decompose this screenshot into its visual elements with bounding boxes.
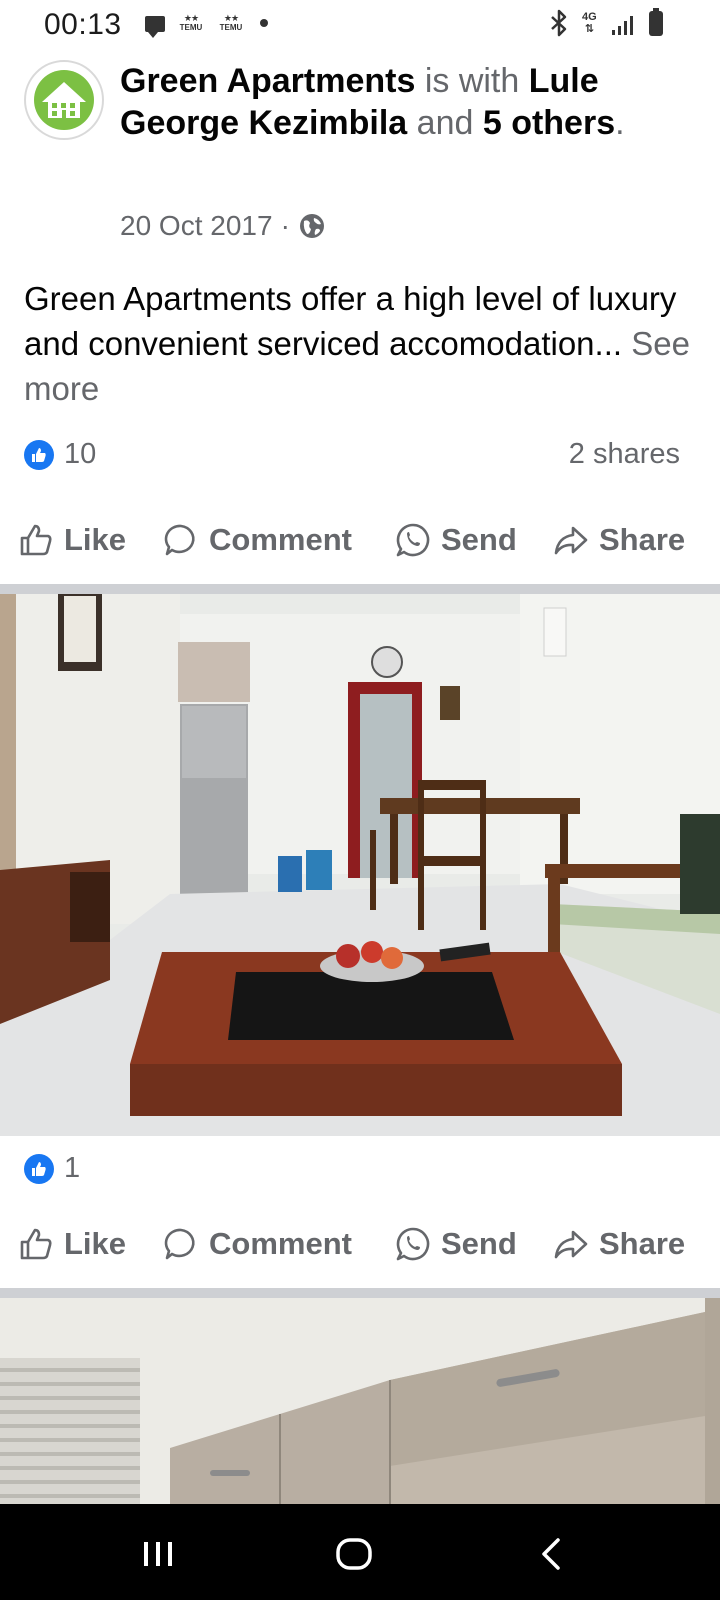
reaction-count[interactable]: 10 xyxy=(64,438,96,471)
system-nav-bar xyxy=(0,1504,720,1600)
green-apartments-logo-icon xyxy=(34,70,94,130)
thumbs-up-icon xyxy=(20,1228,52,1260)
photo-reactions-row: 1 xyxy=(0,1148,720,1188)
home-icon[interactable] xyxy=(334,1534,374,1574)
like-reaction-icon[interactable] xyxy=(24,440,54,470)
post-photo-living-room[interactable] xyxy=(0,594,720,1136)
bluetooth-icon xyxy=(551,9,567,37)
thumbs-up-icon xyxy=(20,524,52,556)
share-button[interactable]: Share xyxy=(553,518,685,562)
comment-button[interactable]: Comment xyxy=(163,1222,352,1266)
shares-count[interactable]: 2 shares xyxy=(569,438,680,471)
like-reaction-icon[interactable] xyxy=(24,1154,54,1184)
meta-separator: · xyxy=(280,210,290,241)
share-icon xyxy=(554,526,588,555)
post-photo-kitchen[interactable] xyxy=(0,1298,720,1504)
photo-action-bar: Like Comment Send Share xyxy=(0,1212,720,1276)
page-name-link[interactable]: Green Apartments xyxy=(120,62,415,100)
battery-icon xyxy=(649,8,663,36)
more-notifications-dot xyxy=(260,19,268,27)
whatsapp-icon xyxy=(396,523,430,557)
post-divider xyxy=(0,1288,720,1298)
reactions-row: 10 2 shares xyxy=(0,436,720,476)
network-type-label: 4G ⇅ xyxy=(582,11,597,35)
post-date[interactable]: 20 Oct 2017 xyxy=(120,210,273,242)
comment-button[interactable]: Comment xyxy=(163,518,352,562)
comment-icon xyxy=(164,1228,195,1260)
temu-icon: ★★ TEMU xyxy=(179,13,203,32)
and-text: and xyxy=(416,104,474,142)
others-link[interactable]: 5 others xyxy=(483,104,615,142)
page-avatar[interactable] xyxy=(24,60,104,140)
status-bar: 00:13 ★★ TEMU ★★ TEMU 4G ⇅ xyxy=(0,0,720,48)
temu-icon: ★★ TEMU xyxy=(219,13,243,32)
photo-reaction-count[interactable]: 1 xyxy=(64,1152,80,1185)
comment-icon xyxy=(164,524,195,556)
post-header: Green Apartments is with Lule George Kez… xyxy=(0,50,720,250)
post-divider xyxy=(0,584,720,594)
message-icon xyxy=(145,16,165,38)
back-icon[interactable] xyxy=(532,1534,572,1574)
like-button[interactable]: Like xyxy=(18,1222,126,1266)
share-button[interactable]: Share xyxy=(553,1222,685,1266)
signal-icon xyxy=(612,16,633,35)
post-body-text: Green Apartments offer a high level of l… xyxy=(24,280,690,407)
post-author-line: Green Apartments is with Lule George Kez… xyxy=(120,62,625,142)
status-time: 00:13 xyxy=(44,8,122,41)
whatsapp-icon xyxy=(396,1227,430,1261)
post-action-bar: Like Comment Send Share xyxy=(0,508,720,572)
share-icon xyxy=(554,1230,588,1259)
recent-apps-icon[interactable] xyxy=(138,1534,178,1574)
send-button[interactable]: Send xyxy=(395,1222,517,1266)
like-button[interactable]: Like xyxy=(18,518,126,562)
send-button[interactable]: Send xyxy=(395,518,517,562)
with-text: is with xyxy=(424,62,520,100)
post-meta: 20 Oct 2017 · xyxy=(120,210,326,242)
globe-icon xyxy=(299,214,324,238)
